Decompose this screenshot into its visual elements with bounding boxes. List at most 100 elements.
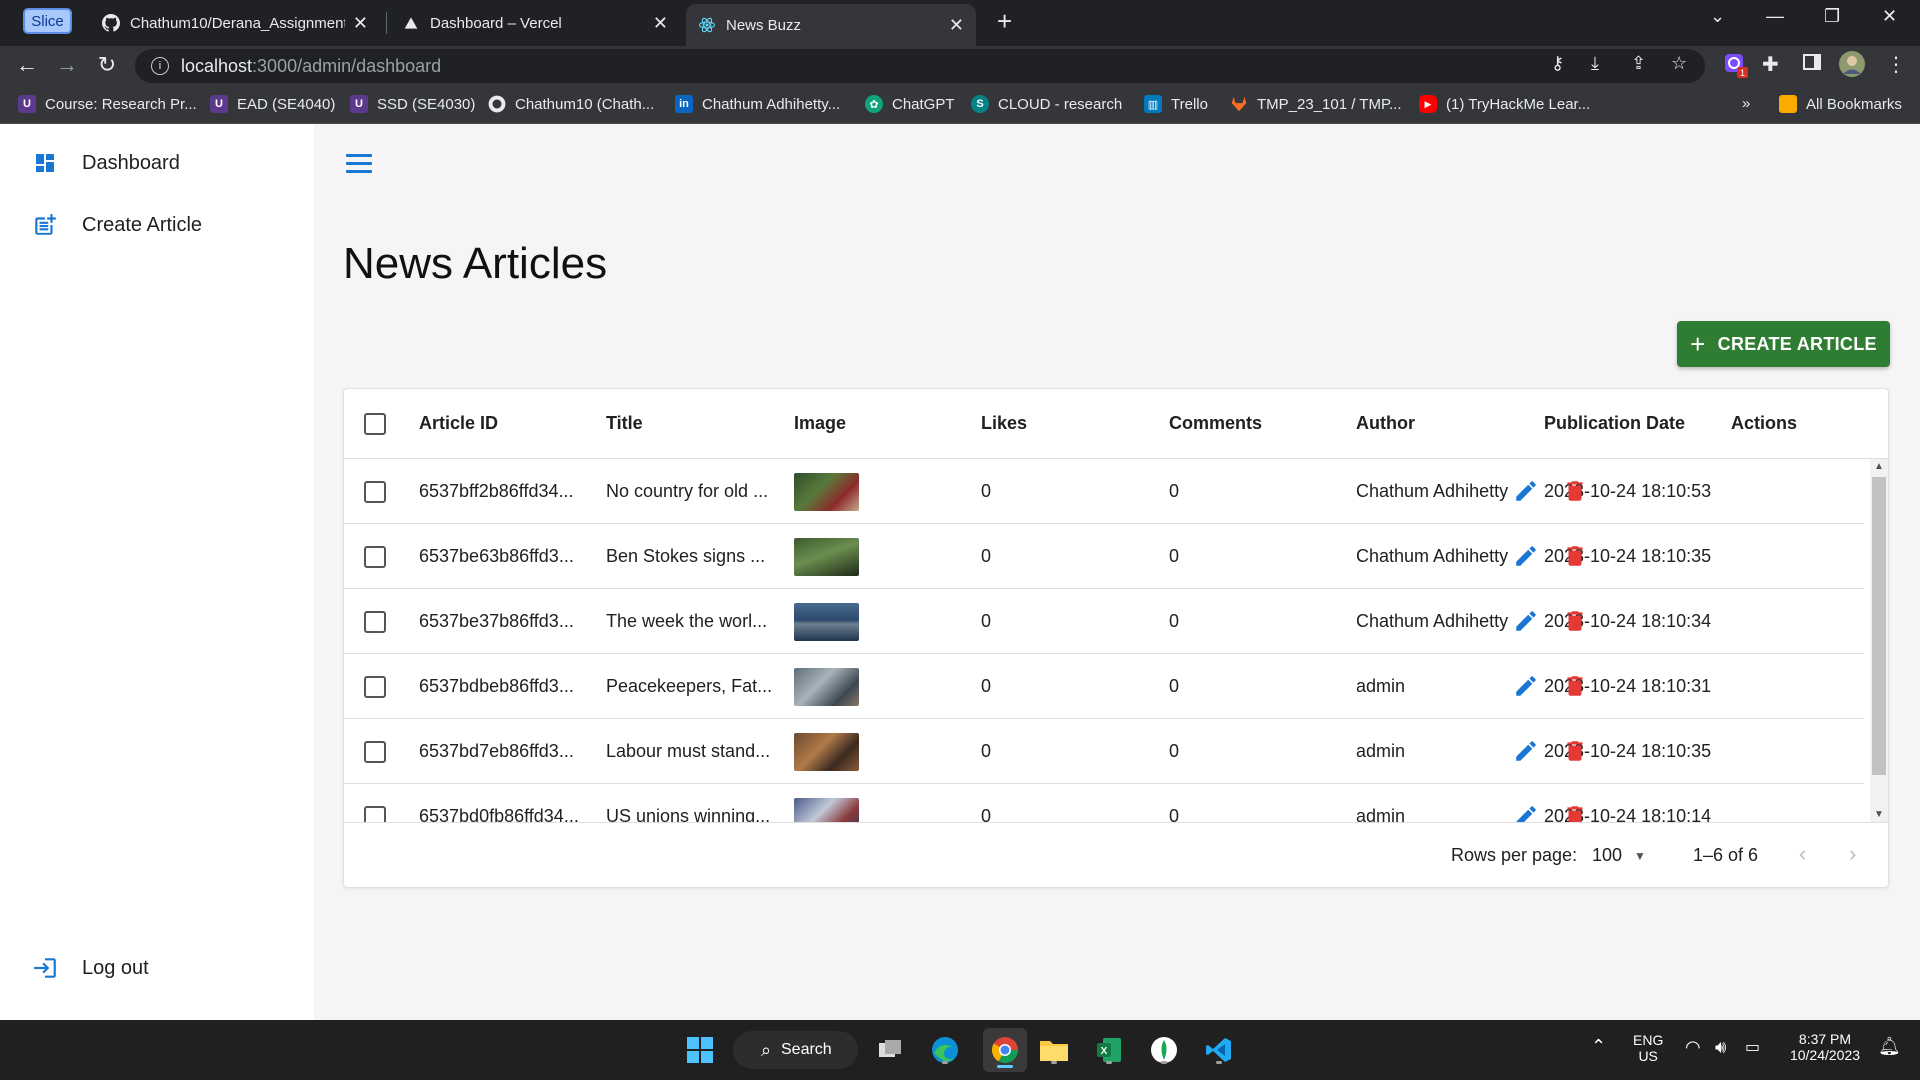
- site-info-icon[interactable]: i: [151, 57, 169, 75]
- bookmark-item[interactable]: ▶ (1) TryHackMe Lear...: [1419, 95, 1590, 113]
- bookmark-item[interactable]: S CLOUD - research: [971, 95, 1122, 113]
- select-all-checkbox[interactable]: [364, 413, 386, 435]
- tab-news-buzz[interactable]: News Buzz ✕: [686, 4, 976, 46]
- table-row[interactable]: 6537bd0fb86ffd34... US unions winning...…: [344, 784, 1864, 822]
- column-header-article-id[interactable]: Article ID: [419, 413, 498, 434]
- file-explorer-icon[interactable]: [1036, 1032, 1072, 1068]
- tab-vercel[interactable]: Dashboard – Vercel ✕: [390, 6, 680, 40]
- delete-icon[interactable]: [1562, 673, 1588, 699]
- reload-icon[interactable]: ↻: [93, 52, 121, 78]
- column-header-title[interactable]: Title: [606, 413, 643, 434]
- row-checkbox[interactable]: [364, 806, 386, 822]
- address-bar[interactable]: i localhost:3000/admin/dashboard: [135, 49, 1705, 83]
- edit-icon[interactable]: [1513, 803, 1539, 822]
- minimize-icon[interactable]: —: [1766, 6, 1784, 27]
- table-row[interactable]: 6537be37b86ffd3... The week the worl... …: [344, 589, 1864, 654]
- forward-icon[interactable]: →: [53, 52, 81, 78]
- close-icon[interactable]: ✕: [949, 15, 964, 36]
- key-icon[interactable]: ⚷: [1551, 53, 1564, 74]
- bookmark-item[interactable]: ▥ Trello: [1144, 95, 1208, 113]
- show-hidden-icons-chevron-icon[interactable]: ⌃: [1591, 1036, 1606, 1057]
- tab-search-chevron-icon[interactable]: ⌄: [1710, 6, 1725, 27]
- sidebar-item-dashboard[interactable]: Dashboard: [32, 150, 180, 176]
- share-icon[interactable]: ⇪: [1631, 53, 1646, 74]
- bookmarks-overflow-icon[interactable]: »: [1742, 95, 1750, 112]
- notification-bell-icon[interactable]: 🔔︎: [1878, 1036, 1901, 1057]
- column-header-likes[interactable]: Likes: [981, 413, 1027, 434]
- battery-icon[interactable]: ▭: [1745, 1037, 1760, 1057]
- edit-icon[interactable]: [1513, 738, 1539, 764]
- bookmark-item[interactable]: TMP_23_101 / TMP...: [1230, 95, 1402, 113]
- table-row[interactable]: 6537bd7eb86ffd3... Labour must stand... …: [344, 719, 1864, 784]
- excel-icon[interactable]: X: [1091, 1032, 1127, 1068]
- bookmark-item[interactable]: U Course: Research Pr...: [18, 95, 197, 113]
- scroll-up-icon[interactable]: ▲: [1874, 461, 1884, 472]
- taskbar-search[interactable]: ⌕ Search: [733, 1031, 858, 1069]
- logout-button[interactable]: Log out: [32, 955, 149, 981]
- edit-icon[interactable]: [1513, 543, 1539, 569]
- scrollbar-thumb[interactable]: [1872, 477, 1886, 775]
- create-article-button[interactable]: + CREATE ARTICLE: [1677, 321, 1890, 367]
- profile-avatar[interactable]: [1838, 50, 1866, 84]
- delete-icon[interactable]: [1562, 608, 1588, 634]
- row-checkbox[interactable]: [364, 676, 386, 698]
- bookmark-item[interactable]: U SSD (SE4030): [350, 95, 475, 113]
- mongodb-compass-icon[interactable]: [1146, 1032, 1182, 1068]
- rows-per-page-select[interactable]: 100 ▼: [1592, 845, 1646, 866]
- all-bookmarks[interactable]: All Bookmarks: [1779, 95, 1902, 113]
- row-checkbox[interactable]: [364, 481, 386, 503]
- extension-badge-icon[interactable]: 1: [1723, 52, 1749, 84]
- table-row[interactable]: 6537be63b86ffd3... Ben Stokes signs ... …: [344, 524, 1864, 589]
- close-icon[interactable]: ✕: [353, 13, 368, 34]
- row-checkbox[interactable]: [364, 611, 386, 633]
- slice-button[interactable]: Slice: [23, 8, 72, 34]
- scroll-down-icon[interactable]: ▼: [1874, 809, 1884, 820]
- column-header-author[interactable]: Author: [1356, 413, 1415, 434]
- delete-icon[interactable]: [1562, 478, 1588, 504]
- bookmark-item[interactable]: in Chathum Adhihetty...: [675, 95, 840, 113]
- tab-github[interactable]: Chathum10/Derana_Assignment ✕: [90, 6, 380, 40]
- menu-icon[interactable]: [346, 154, 372, 174]
- edge-icon[interactable]: [927, 1032, 963, 1068]
- gitlab-icon: [1230, 95, 1248, 113]
- side-panel-icon[interactable]: [1802, 52, 1822, 78]
- next-page-icon[interactable]: ›: [1849, 841, 1856, 867]
- delete-icon[interactable]: [1562, 738, 1588, 764]
- table-row[interactable]: 6537bdbeb86ffd3... Peacekeepers, Fat... …: [344, 654, 1864, 719]
- table-scrollbar[interactable]: ▲ ▼: [1870, 459, 1888, 822]
- chrome-icon[interactable]: [983, 1028, 1027, 1072]
- language-indicator[interactable]: ENG US: [1633, 1032, 1663, 1064]
- previous-page-icon[interactable]: ‹: [1799, 841, 1806, 867]
- close-icon[interactable]: ✕: [653, 13, 668, 34]
- column-header-publication-date[interactable]: Publication Date: [1544, 413, 1685, 434]
- bookmark-item[interactable]: Chathum10 (Chath...: [488, 95, 654, 113]
- restore-icon[interactable]: ❐: [1824, 6, 1840, 27]
- table-row[interactable]: 6537bff2b86ffd34... No country for old .…: [344, 459, 1864, 524]
- close-window-icon[interactable]: ✕: [1882, 6, 1897, 27]
- back-icon[interactable]: ←: [13, 52, 41, 78]
- row-checkbox[interactable]: [364, 546, 386, 568]
- bookmark-star-icon[interactable]: ☆: [1671, 53, 1687, 74]
- clock[interactable]: 8:37 PM 10/24/2023: [1780, 1031, 1870, 1063]
- column-header-comments[interactable]: Comments: [1169, 413, 1262, 434]
- new-tab-icon[interactable]: +: [997, 6, 1012, 36]
- row-checkbox[interactable]: [364, 741, 386, 763]
- running-indicator: [1051, 1061, 1057, 1064]
- wifi-icon[interactable]: ◠: [1685, 1037, 1701, 1058]
- column-header-image[interactable]: Image: [794, 413, 846, 434]
- delete-icon[interactable]: [1562, 543, 1588, 569]
- install-app-icon[interactable]: ⤓: [1591, 53, 1599, 74]
- bookmark-item[interactable]: ✿ ChatGPT: [865, 95, 955, 113]
- sidebar-item-create-article[interactable]: Create Article: [32, 212, 202, 238]
- edit-icon[interactable]: [1513, 673, 1539, 699]
- extensions-puzzle-icon[interactable]: ✚: [1762, 52, 1779, 77]
- edit-icon[interactable]: [1513, 608, 1539, 634]
- task-view-icon[interactable]: [872, 1032, 908, 1068]
- chrome-menu-icon[interactable]: ⋮: [1886, 52, 1906, 77]
- windows-start-icon[interactable]: [682, 1032, 718, 1068]
- volume-icon[interactable]: 🔊︎: [1715, 1037, 1726, 1058]
- bookmark-item[interactable]: U EAD (SE4040): [210, 95, 335, 113]
- edit-icon[interactable]: [1513, 478, 1539, 504]
- delete-icon[interactable]: [1562, 803, 1588, 822]
- vscode-icon[interactable]: [1201, 1032, 1237, 1068]
